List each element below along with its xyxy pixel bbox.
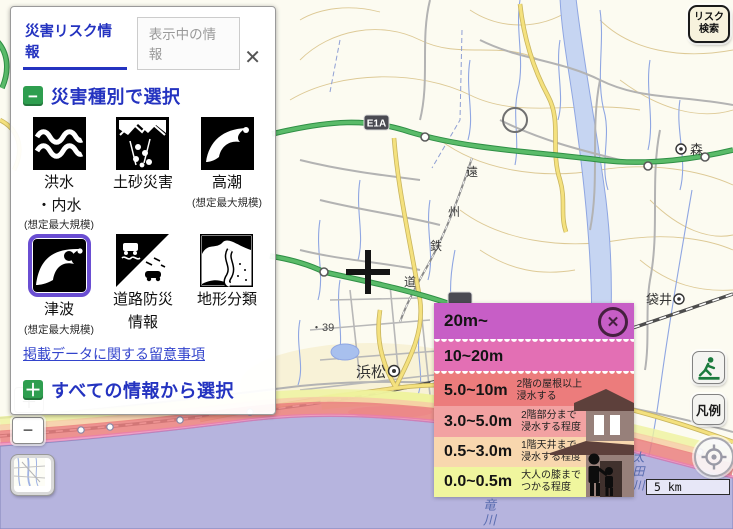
minimap-content — [14, 458, 45, 486]
zoom-out-button[interactable]: − — [12, 417, 44, 444]
legend-row: 3.0~5.0m 2階部分まで浸水する程度 — [434, 406, 634, 437]
hazard-type-grid: 洪水 ・内水 (想定最大規模) 土砂災害 — [11, 117, 275, 340]
tab-disaster-risk-info[interactable]: 災害リスク情報 — [23, 16, 127, 70]
river-label-tenryu: 竜川 — [478, 498, 497, 528]
spot-elevation-label: ・39 — [311, 322, 334, 334]
hazard-storm-surge[interactable]: 高潮 (想定最大規模) — [192, 117, 262, 232]
section-title: すべての情報から選択 — [51, 377, 234, 403]
selected-tile-border — [28, 234, 91, 297]
hazard-flood[interactable]: 洪水 ・内水 (想定最大規模) — [24, 117, 94, 232]
current-location-button[interactable] — [694, 437, 733, 477]
tsunami-icon — [33, 239, 86, 292]
svg-text:遠: 遠 — [466, 165, 478, 179]
legend-row: 10~20m — [434, 343, 634, 371]
hazard-road-disaster[interactable]: 道路防災 情報 — [113, 234, 173, 338]
svg-text:州: 州 — [448, 205, 460, 219]
expand-plus-icon[interactable]: ＋ — [23, 380, 43, 400]
sediment-icon — [116, 117, 169, 170]
legend-row: 0.0~0.5m 大人の膝までつかる程度 — [434, 467, 634, 497]
evacuation-site-button[interactable] — [692, 351, 725, 384]
town-label-fukuroi: 袋井 — [646, 292, 672, 307]
data-notes-link[interactable]: 掲載データに関する留意事項 — [23, 344, 263, 364]
svg-text:鉄: 鉄 — [430, 238, 442, 253]
scale-bar: 5 km — [646, 479, 730, 495]
tsunami-depth-legend: 20m~ ✕ 10~20m 5.0~10m 2階の屋根以上浸水する 3.0~5.… — [434, 303, 634, 497]
flood-icon — [33, 117, 86, 170]
legend-row: 5.0~10m 2階の屋根以上浸水する — [434, 375, 634, 406]
section-select-by-disaster-type[interactable]: − 災害種別で選択 — [23, 83, 275, 109]
panel-tabs: 災害リスク情報 表示中の情報 ✕ — [11, 7, 275, 70]
collapse-minus-icon[interactable]: − — [23, 86, 43, 106]
map-center-crosshair — [365, 250, 371, 294]
legend-row: 20m~ ✕ — [434, 303, 634, 339]
section-select-from-all-info[interactable]: ＋ すべての情報から選択 — [23, 377, 275, 403]
lake — [331, 344, 359, 360]
town-label-mori: 森 — [690, 142, 703, 157]
svg-text:E1A: E1A — [367, 119, 386, 130]
hazard-map-app: 森 袋井 浜松 ・39 遠 州 鉄 道 E1A 太田川 竜川 ＋ 災害リスク情報… — [0, 0, 733, 529]
disaster-risk-panel: 災害リスク情報 表示中の情報 ✕ − 災害種別で選択 洪水 ・内水 (想定最大規… — [10, 6, 276, 415]
town-label-hamamatsu: 浜松 — [356, 364, 386, 381]
overview-minimap[interactable] — [11, 455, 54, 495]
hazard-tsunami[interactable]: 津波 (想定最大規模) — [24, 234, 94, 338]
legend-close-icon[interactable]: ✕ — [598, 307, 628, 337]
hazard-landform[interactable]: 地形分類 — [197, 234, 257, 338]
section-title: 災害種別で選択 — [51, 83, 181, 109]
running-person-icon — [696, 355, 722, 381]
expressway-badge-e1a: E1A — [364, 115, 389, 130]
road-disaster-icon — [116, 234, 169, 287]
legend-row: 0.5~3.0m 1階天井まで浸水する程度 — [434, 437, 634, 467]
svg-text:道: 道 — [404, 275, 416, 289]
risk-search-button[interactable]: リスク 検索 — [688, 5, 730, 43]
panel-close-icon[interactable]: ✕ — [240, 46, 265, 70]
tab-displayed-info[interactable]: 表示中の情報 — [137, 17, 241, 70]
legend-toggle-button[interactable]: 凡例 — [692, 394, 725, 425]
gps-target-icon — [700, 443, 728, 471]
hazard-sediment[interactable]: 土砂災害 — [113, 117, 173, 232]
landform-icon — [200, 234, 253, 287]
storm-surge-icon — [201, 117, 254, 170]
